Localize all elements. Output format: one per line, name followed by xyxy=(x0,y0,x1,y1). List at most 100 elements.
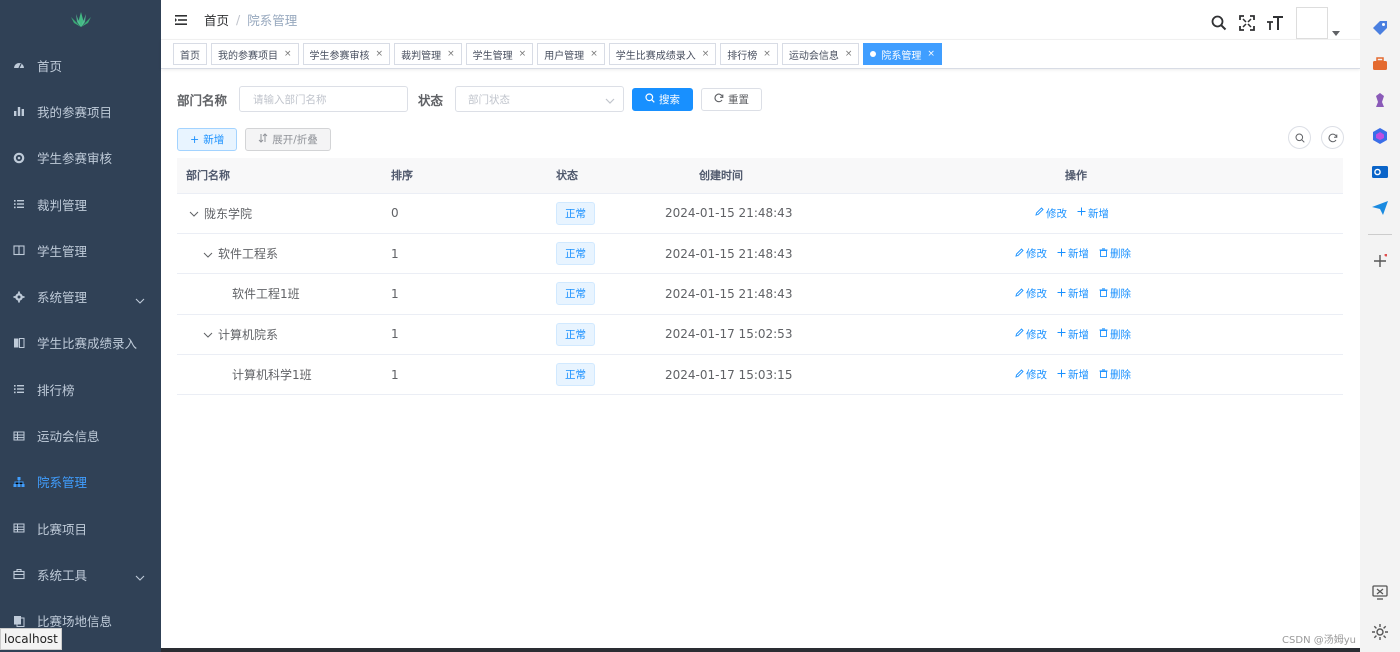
hamburger-icon[interactable] xyxy=(174,12,190,28)
tab-8[interactable]: 运动会信息 × xyxy=(781,43,860,65)
close-icon[interactable]: × xyxy=(284,49,292,59)
book-icon xyxy=(12,244,25,257)
tab-2[interactable]: 学生参赛审核 × xyxy=(302,43,391,65)
sidebar-item-6[interactable]: 学生比赛成绩录入 xyxy=(0,320,161,366)
status-label: 状态 xyxy=(418,92,444,108)
add-child-button[interactable]: 新增 xyxy=(1057,246,1089,261)
status-badge: 正常 xyxy=(556,322,595,346)
close-icon[interactable]: × xyxy=(447,49,455,59)
edit-button[interactable]: 修改 xyxy=(1035,206,1067,221)
close-icon[interactable]: × xyxy=(763,49,771,59)
sidebar: 首页我的参赛项目学生参赛审核 裁判管理 学生管理系统管理学生比赛成绩录入 排行榜 运动会… xyxy=(0,0,161,652)
close-icon[interactable]: × xyxy=(927,49,935,59)
plus-icon xyxy=(1057,288,1066,300)
close-icon[interactable]: × xyxy=(376,49,384,59)
add-child-button[interactable]: 新增 xyxy=(1057,367,1089,382)
expand-chevron-icon[interactable] xyxy=(203,327,215,341)
plus-icon: + xyxy=(190,132,200,146)
sidebar-item-1[interactable]: 我的参赛项目 xyxy=(0,88,161,134)
sidebar-item-7[interactable]: 排行榜 xyxy=(0,366,161,412)
dept-name-input[interactable]: 请输入部门名称 xyxy=(239,86,409,112)
settings-icon xyxy=(12,290,25,303)
chevron-down-icon xyxy=(135,569,145,584)
breadcrumb-current: 院系管理 xyxy=(247,13,298,28)
tab-5[interactable]: 用户管理 × xyxy=(537,43,605,65)
tab-3[interactable]: 裁判管理 × xyxy=(394,43,462,65)
send-icon[interactable] xyxy=(1360,190,1400,226)
sidebar-item-label: 我的参赛项目 xyxy=(37,104,113,120)
status-select[interactable]: 部门状态 xyxy=(455,86,625,112)
close-icon[interactable]: × xyxy=(702,49,710,59)
add-button-label: 新增 xyxy=(203,133,225,146)
tab-9[interactable]: 院系管理 × xyxy=(863,43,942,65)
chess-icon[interactable] xyxy=(1360,82,1400,118)
sidebar-item-11[interactable]: 系统工具 xyxy=(0,551,161,597)
close-icon[interactable]: × xyxy=(519,49,527,59)
toolbox-icon[interactable] xyxy=(1360,46,1400,82)
sidebar-item-5[interactable]: 系统管理 xyxy=(0,273,161,319)
sidebar-item-label: 系统管理 xyxy=(37,290,88,306)
op-label: 修改 xyxy=(1026,288,1047,301)
op-label: 新增 xyxy=(1068,369,1089,382)
refresh-button[interactable] xyxy=(1321,126,1344,149)
toggle-search-button[interactable] xyxy=(1288,126,1311,149)
sidebar-item-4[interactable]: 学生管理 xyxy=(0,227,161,273)
page-content: 部门名称 请输入部门名称 状态 部门状态 搜索 重置 + 新增 展开/折叠 部门… xyxy=(161,69,1360,411)
edit-button[interactable]: 修改 xyxy=(1015,246,1047,261)
close-icon[interactable]: × xyxy=(845,49,853,59)
search-button[interactable]: 搜索 xyxy=(632,87,694,111)
sidebar-item-3[interactable]: 裁判管理 xyxy=(0,181,161,227)
tab-0[interactable]: 首页 xyxy=(173,43,207,65)
close-icon[interactable]: × xyxy=(590,49,598,59)
expand-chevron-icon[interactable] xyxy=(189,206,201,220)
edit-button[interactable]: 修改 xyxy=(1015,367,1047,382)
sidebar-item-2[interactable]: 学生参赛审核 xyxy=(0,135,161,181)
add-icon[interactable] xyxy=(1360,243,1400,279)
op-label: 修改 xyxy=(1026,248,1047,261)
sidebar-item-9[interactable]: 院系管理 xyxy=(0,459,161,505)
delete-button[interactable]: 删除 xyxy=(1099,327,1131,342)
sidebar-item-10[interactable]: 比赛项目 xyxy=(0,505,161,551)
gear-icon[interactable] xyxy=(1360,614,1400,650)
tab-1[interactable]: 我的参赛项目 × xyxy=(211,43,299,65)
col-status: 状态 xyxy=(556,158,657,194)
status-url-tooltip: localhost xyxy=(0,628,62,650)
tab-label: 学生比赛成绩录入 xyxy=(615,50,696,62)
sidebar-item-0[interactable]: 首页 xyxy=(0,42,161,88)
add-child-button[interactable]: 新增 xyxy=(1057,327,1089,342)
edit-button[interactable]: 修改 xyxy=(1015,286,1047,301)
tab-label: 学生管理 xyxy=(472,50,513,62)
delete-button[interactable]: 删除 xyxy=(1099,367,1131,382)
avatar[interactable] xyxy=(1296,6,1328,39)
outlook-icon[interactable] xyxy=(1360,154,1400,190)
search-icon[interactable] xyxy=(1210,14,1228,32)
fullscreen-icon[interactable] xyxy=(1238,14,1256,32)
edit-button[interactable]: 修改 xyxy=(1015,327,1047,342)
created-time: 2024-01-17 15:02:53 xyxy=(657,314,907,356)
delete-icon xyxy=(1099,247,1108,260)
expand-chevron-icon[interactable] xyxy=(203,247,215,261)
font-size-icon[interactable] xyxy=(1266,14,1284,32)
delete-button[interactable]: 删除 xyxy=(1099,286,1131,301)
tab-7[interactable]: 排行榜 × xyxy=(720,43,778,65)
dept-name: 计算机科学1班 xyxy=(232,368,312,383)
add-child-button[interactable]: 新增 xyxy=(1057,286,1089,301)
tab-4[interactable]: 学生管理 × xyxy=(465,43,534,65)
screenshot-icon[interactable] xyxy=(1360,574,1400,610)
tree-icon xyxy=(12,475,25,488)
col-order: 排序 xyxy=(391,158,556,194)
caret-down-icon[interactable] xyxy=(1332,22,1342,41)
dept-order: 1 xyxy=(391,273,556,315)
breadcrumb-home[interactable]: 首页 xyxy=(204,10,229,29)
sidebar-item-8[interactable]: 运动会信息 xyxy=(0,412,161,458)
tag-icon[interactable] xyxy=(1360,10,1400,46)
edit-icon xyxy=(1015,288,1024,300)
delete-button[interactable]: 删除 xyxy=(1099,246,1131,261)
reset-button[interactable]: 重置 xyxy=(701,87,763,111)
app-logo xyxy=(0,0,161,40)
expand-collapse-button[interactable]: 展开/折叠 xyxy=(245,127,331,151)
copilot-icon[interactable] xyxy=(1360,118,1400,154)
add-child-button[interactable]: 新增 xyxy=(1077,206,1109,221)
tab-6[interactable]: 学生比赛成绩录入 × xyxy=(608,43,717,65)
add-button[interactable]: + 新增 xyxy=(177,127,238,151)
